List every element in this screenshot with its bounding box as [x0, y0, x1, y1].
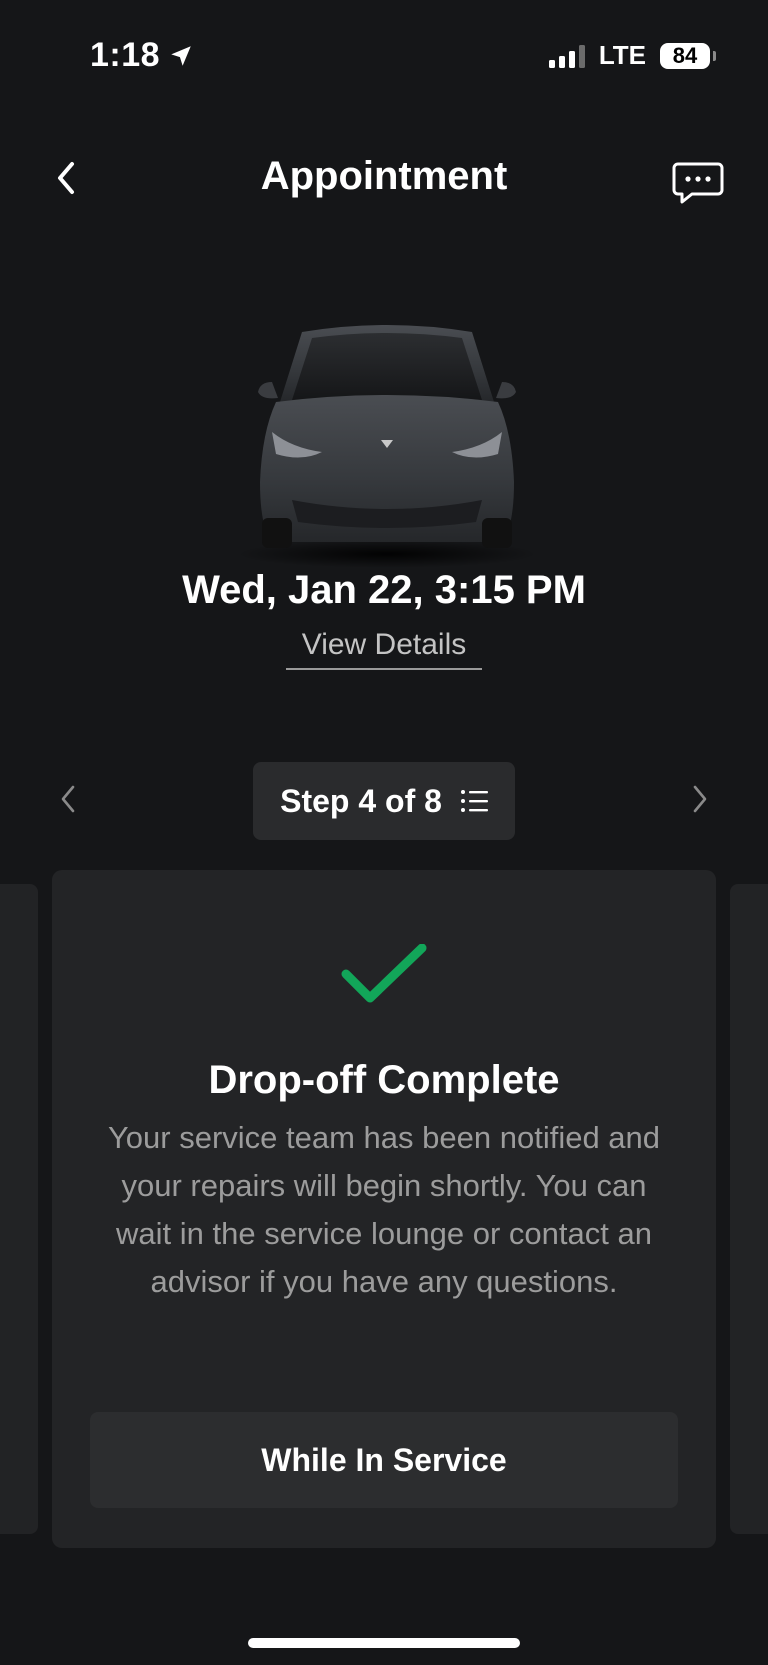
- while-in-service-label: While In Service: [261, 1441, 507, 1478]
- page-title: Appointment: [260, 154, 508, 198]
- step-title: Drop-off Complete: [208, 1058, 560, 1102]
- location-arrow-icon: [171, 45, 191, 66]
- while-in-service-button[interactable]: While In Service: [90, 1412, 678, 1508]
- cellular-signal-icon: [548, 44, 585, 68]
- step-indicator-button[interactable]: Step 4 of 8: [253, 762, 515, 840]
- appointment-date: Wed, Jan 22, 3:15 PM: [182, 568, 586, 612]
- next-step-button[interactable]: [688, 782, 712, 816]
- chat-bubble-icon: [672, 162, 724, 204]
- next-step-card[interactable]: [730, 884, 768, 1534]
- chevron-left-icon: [61, 785, 75, 813]
- status-time: 1:18: [90, 36, 161, 74]
- previous-step-button[interactable]: [56, 782, 80, 816]
- chevron-right-icon: [693, 785, 707, 813]
- chat-button[interactable]: [672, 160, 724, 206]
- step-description: Your service team has been notified and …: [107, 1120, 661, 1299]
- network-type: LTE: [598, 40, 646, 70]
- status-bar-time: 1:18: [90, 36, 194, 75]
- list-icon: [460, 790, 488, 812]
- status-bar-indicators: LTE 84: [548, 40, 716, 71]
- previous-step-card[interactable]: [0, 884, 38, 1534]
- checkmark-icon: [340, 943, 430, 1008]
- home-indicator[interactable]: [248, 1638, 520, 1648]
- vehicle-image: [232, 322, 542, 572]
- battery-icon: 84: [660, 42, 716, 69]
- battery-level: 84: [672, 42, 698, 68]
- step-label: Step 4 of 8: [280, 782, 442, 819]
- view-details-link[interactable]: View Details: [286, 628, 482, 670]
